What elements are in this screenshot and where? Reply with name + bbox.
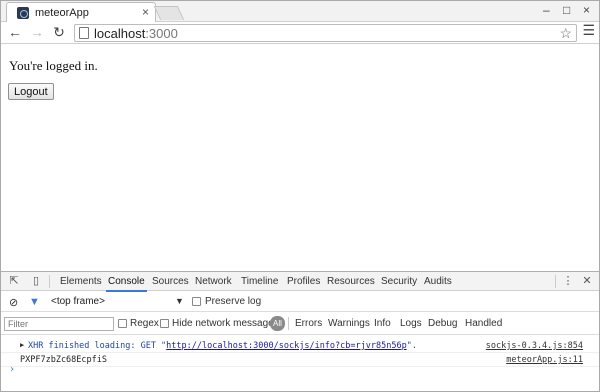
log-message: XHR finished loading: GET "http://localh…	[28, 341, 417, 351]
log-prefix: XHR finished loading: GET "	[28, 341, 167, 351]
log-url-link[interactable]: http://localhost:3000/sockjs/info?cb=rjv…	[166, 341, 407, 351]
close-window-icon[interactable]: ×	[583, 3, 590, 17]
tab-timeline[interactable]: Timeline	[241, 276, 278, 287]
console-toolbar: ⊘ ▼ <top frame> ▼ Preserve log	[1, 292, 599, 312]
level-debug-button[interactable]: Debug	[428, 318, 457, 329]
level-all-button[interactable]: All	[270, 316, 285, 331]
log-message: PXPF7zbZc68EcpfiS	[20, 355, 107, 365]
level-warnings-button[interactable]: Warnings	[328, 318, 370, 329]
inspect-element-icon[interactable]: ⇱	[8, 275, 20, 287]
page-document-icon	[79, 27, 89, 39]
tab-security[interactable]: Security	[381, 276, 417, 287]
maximize-icon[interactable]: □	[563, 3, 570, 17]
filter-input[interactable]	[4, 317, 114, 331]
console-prompt-icon[interactable]: ›	[9, 364, 15, 375]
tab-strip: meteorApp × – □ ×	[1, 1, 599, 22]
logged-in-message: You're logged in.	[9, 58, 98, 73]
minimize-icon[interactable]: –	[543, 3, 550, 17]
tab-resources[interactable]: Resources	[327, 276, 375, 287]
menu-hamburger-icon[interactable]: ☰	[582, 22, 595, 39]
regex-label: Regex	[130, 318, 159, 329]
forward-arrow-icon[interactable]: →	[29, 24, 45, 40]
tab-elements[interactable]: Elements	[60, 276, 102, 287]
frame-select[interactable]: <top frame>	[51, 296, 105, 307]
browser-window: meteorApp × – □ × ← → ↻ localhost:3000 ☆…	[0, 0, 600, 392]
address-bar[interactable]: localhost:3000 ☆	[74, 24, 577, 42]
new-tab-button[interactable]	[153, 6, 185, 20]
tab-network[interactable]: Network	[195, 276, 232, 287]
address-url: localhost:3000	[94, 26, 178, 41]
tab-close-icon[interactable]: ×	[142, 5, 149, 19]
tab-sources[interactable]: Sources	[152, 276, 189, 287]
tab-profiles[interactable]: Profiles	[287, 276, 320, 287]
preserve-log-checkbox[interactable]	[192, 297, 201, 306]
hide-network-label: Hide network messages	[172, 318, 279, 329]
back-arrow-icon[interactable]: ←	[7, 24, 23, 40]
devtools-tab-bar: ⇱ ▯ Elements Console Sources Network Tim…	[1, 272, 599, 292]
divider	[555, 275, 556, 288]
expand-triangle-icon[interactable]: ▶	[20, 341, 24, 349]
chevron-down-icon[interactable]: ▼	[175, 296, 184, 306]
log-row: PXPF7zbZc68EcpfiS meteorApp.js:11	[1, 353, 599, 367]
log-row: ▶ XHR finished loading: GET "http://loca…	[1, 339, 599, 353]
tab-audits[interactable]: Audits	[424, 276, 452, 287]
divider	[49, 275, 50, 288]
device-mode-icon[interactable]: ▯	[30, 275, 42, 287]
meteor-favicon-icon	[17, 7, 29, 19]
level-logs-button[interactable]: Logs	[400, 318, 422, 329]
tab-console[interactable]: Console	[106, 276, 147, 292]
tab-title: meteorApp	[35, 7, 89, 19]
tab-meteorapp[interactable]: meteorApp ×	[6, 2, 156, 22]
console-log: ▶ XHR finished loading: GET "http://loca…	[1, 336, 599, 391]
logout-button[interactable]: Logout	[8, 83, 54, 100]
url-host: localhost	[94, 26, 146, 41]
log-source-link[interactable]: sockjs-0.3.4.js:854	[486, 341, 583, 351]
level-errors-button[interactable]: Errors	[295, 318, 322, 329]
url-port: :3000	[145, 26, 178, 41]
reload-icon[interactable]: ↻	[51, 24, 67, 40]
level-handled-button[interactable]: Handled	[465, 318, 502, 329]
close-devtools-icon[interactable]: ✕	[581, 275, 593, 287]
log-suffix: ".	[406, 341, 417, 351]
browser-toolbar: ← → ↻ localhost:3000 ☆ ☰	[1, 22, 599, 44]
log-source-link[interactable]: meteorApp.js:11	[506, 355, 583, 365]
console-filter-bar: Regex Hide network messages All Errors W…	[1, 313, 599, 335]
bookmark-star-icon[interactable]: ☆	[559, 25, 572, 42]
filter-funnel-icon[interactable]: ▼	[29, 296, 40, 308]
page-content: You're logged in. Logout	[1, 45, 599, 271]
hide-network-checkbox[interactable]	[160, 319, 169, 328]
devtools-panel: ⇱ ▯ Elements Console Sources Network Tim…	[1, 271, 599, 391]
level-info-button[interactable]: Info	[374, 318, 391, 329]
regex-checkbox[interactable]	[118, 319, 127, 328]
more-options-icon[interactable]: ⋮	[562, 275, 574, 287]
preserve-log-label: Preserve log	[205, 296, 262, 307]
clear-console-icon[interactable]: ⊘	[9, 296, 18, 309]
divider	[288, 317, 289, 330]
